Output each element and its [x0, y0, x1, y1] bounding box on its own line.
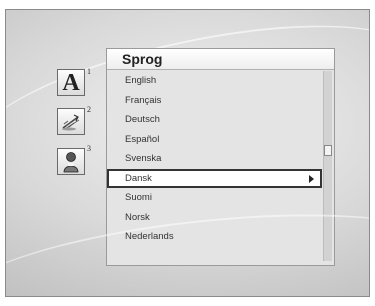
language-option-suomi[interactable]: Suomi	[107, 188, 322, 208]
language-label: Dansk	[125, 172, 152, 184]
language-list: English Français Deutsch Español Svenska…	[107, 70, 334, 247]
language-option-nederlands[interactable]: Nederlands	[107, 227, 322, 247]
tv-screen: A 1 2 3 Sprog English Français Deutsch E…	[5, 9, 370, 297]
language-label: Suomi	[125, 192, 152, 203]
language-option-norsk[interactable]: Norsk	[107, 208, 322, 228]
menu-title: Sprog	[107, 49, 334, 70]
language-label: Norsk	[125, 211, 150, 223]
language-option-dansk[interactable]: Dansk	[107, 168, 322, 188]
language-label: English	[125, 75, 157, 86]
font-a-glyph: A	[62, 69, 80, 96]
icon-number-3: 3	[87, 144, 91, 153]
person-graphic	[63, 151, 79, 172]
language-menu: Sprog English Français Deutsch Español S…	[106, 48, 335, 266]
language-option-espanol[interactable]: Español	[107, 130, 322, 150]
language-label: Español	[125, 133, 160, 145]
language-option-svenska[interactable]: Svenska	[107, 149, 322, 169]
icon-number-2: 2	[87, 105, 91, 114]
language-label: Français	[125, 94, 162, 106]
language-option-francais[interactable]: Français	[107, 91, 322, 111]
arrow-right-icon	[309, 174, 314, 183]
scrollbar-thumb[interactable]	[324, 145, 332, 156]
language-label: Deutsch	[125, 114, 160, 125]
icon-number-1: 1	[87, 67, 91, 76]
scrollbar[interactable]	[323, 71, 332, 261]
antenna-settings-icon[interactable]	[57, 108, 85, 135]
language-option-deutsch[interactable]: Deutsch	[107, 110, 322, 130]
font-a-icon[interactable]: A	[57, 69, 85, 96]
person-icon[interactable]	[57, 148, 85, 175]
language-label: Nederlands	[125, 231, 174, 242]
language-label: Svenska	[125, 153, 162, 164]
antenna-settings-graphic	[62, 113, 80, 130]
language-option-english[interactable]: English	[107, 71, 322, 91]
